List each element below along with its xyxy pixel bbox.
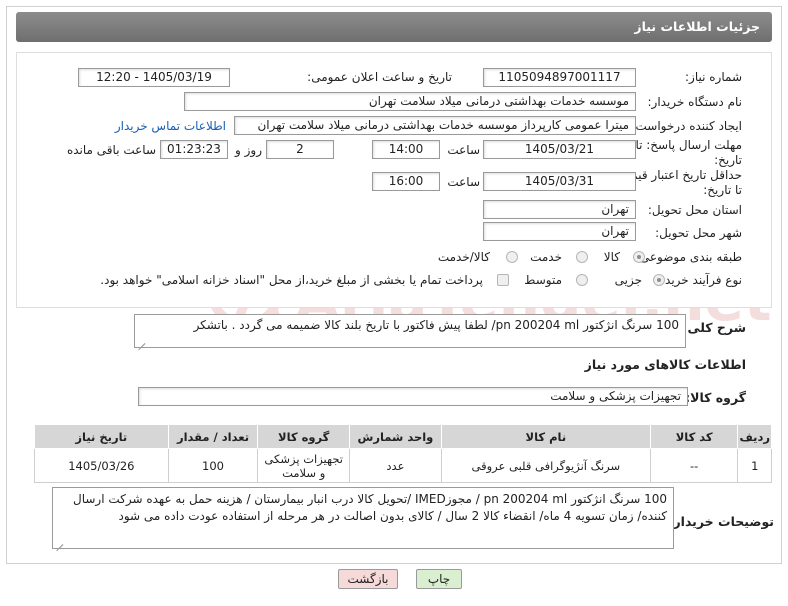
page-title: جزئیات اطلاعات نیاز bbox=[634, 19, 760, 34]
price-time-field: 16:00 bbox=[372, 172, 440, 191]
table-row: 1 -- سرنگ آنژیوگرافی قلبی عروقی عدد تجهی… bbox=[34, 448, 772, 483]
col-need-date: تاریخ نیاز bbox=[34, 424, 169, 449]
cell-unit: عدد bbox=[349, 448, 442, 483]
col-group: گروه کالا bbox=[257, 424, 351, 449]
process-label: نوع فرآیند خرید : bbox=[657, 273, 742, 287]
city-label: شهر محل تحویل: bbox=[655, 226, 742, 240]
category-radio-both[interactable] bbox=[506, 251, 518, 263]
need-desc-field: 100 سرنگ انژکتور pn 200204 ml/ لطفا پیش … bbox=[134, 314, 686, 348]
category-label: طبقه بندی موضوعی: bbox=[635, 250, 742, 264]
price-validity-label-2: تا تاریخ: bbox=[703, 183, 742, 197]
col-row: ردیف bbox=[737, 424, 772, 449]
announce-field: 1405/03/19 - 12:20 bbox=[78, 68, 230, 87]
remaining-label: ساعت باقی مانده bbox=[66, 143, 156, 157]
print-button[interactable]: چاپ bbox=[416, 569, 462, 589]
goods-section-title: اطلاعات کالاهای مورد نیاز bbox=[584, 357, 746, 372]
buyer-org-label: نام دستگاه خریدار: bbox=[647, 95, 743, 109]
cell-name: سرنگ آنژیوگرافی قلبی عروقی bbox=[440, 448, 651, 483]
creator-label: ایجاد کننده درخواست: bbox=[631, 119, 742, 133]
col-unit: واحد شمارش bbox=[349, 424, 442, 449]
category-radio-service[interactable] bbox=[576, 251, 588, 263]
goods-group-label: گروه کالا: bbox=[685, 390, 746, 405]
contact-buyer-link[interactable]: اطلاعات تماس خریدار bbox=[115, 119, 226, 133]
resize-grip-icon[interactable] bbox=[137, 337, 145, 345]
cell-need-date: 1405/03/26 bbox=[34, 448, 169, 483]
col-quantity: تعداد / مقدار bbox=[167, 424, 259, 449]
category-option-both: کالا/خدمت bbox=[437, 250, 490, 264]
buyer-notes-field: 100 سرنگ انژکتور pn 200204 ml / مجوزIMED… bbox=[52, 487, 674, 549]
col-name: نام کالا bbox=[440, 424, 651, 449]
remaining-time-field: 01:23:23 bbox=[160, 140, 228, 159]
process-radio-medium[interactable] bbox=[576, 274, 588, 286]
province-field: تهران bbox=[483, 200, 636, 219]
need-number-label: شماره نیاز: bbox=[685, 70, 742, 84]
goods-table: ردیف کد کالا نام کالا واحد شمارش گروه کا… bbox=[34, 424, 772, 483]
creator-field: میترا عمومی کارپرداز موسسه خدمات بهداشتی… bbox=[234, 116, 636, 135]
days-label: روز و bbox=[235, 143, 262, 157]
price-time-label: ساعت bbox=[447, 175, 480, 189]
buyer-notes-label: توضیحات خریدار: bbox=[668, 514, 774, 529]
page-header: جزئیات اطلاعات نیاز bbox=[16, 12, 772, 42]
price-date-field: 1405/03/31 bbox=[483, 172, 636, 191]
deadline-time-field: 14:00 bbox=[372, 140, 440, 159]
deadline-date-field: 1405/03/21 bbox=[483, 140, 636, 159]
deadline-label-2: تاریخ: bbox=[714, 153, 742, 167]
buyer-org-field: موسسه خدمات بهداشتی درمانی میلاد سلامت ت… bbox=[184, 92, 636, 111]
cell-row: 1 bbox=[737, 448, 772, 483]
goods-group-field: تجهیزات پزشکی و سلامت bbox=[138, 387, 688, 406]
city-field: تهران bbox=[483, 222, 636, 241]
process-option-medium: متوسط bbox=[524, 273, 562, 287]
treasury-note: پرداخت تمام یا بخشی از مبلغ خرید،از محل … bbox=[100, 273, 483, 287]
category-radio-goods[interactable] bbox=[633, 251, 645, 263]
buyer-notes-text: 100 سرنگ انژکتور pn 200204 ml / مجوزIMED… bbox=[72, 492, 667, 523]
deadline-label-1: مهلت ارسال پاسخ: تا bbox=[635, 138, 742, 152]
province-label: استان محل تحویل: bbox=[647, 203, 742, 217]
back-button[interactable]: بازگشت bbox=[338, 569, 398, 589]
deadline-time-label: ساعت bbox=[447, 143, 480, 157]
resize-grip-icon[interactable] bbox=[55, 538, 63, 546]
cell-quantity: 100 bbox=[167, 448, 259, 483]
process-radio-minor[interactable] bbox=[653, 274, 665, 286]
announce-label: تاریخ و ساعت اعلان عمومی: bbox=[307, 70, 452, 84]
cell-group: تجهیزات پزشکی و سلامت bbox=[257, 448, 351, 483]
process-option-minor: جزیی bbox=[614, 273, 642, 287]
category-option-goods: کالا bbox=[603, 250, 620, 264]
table-header-row: ردیف کد کالا نام کالا واحد شمارش گروه کا… bbox=[34, 424, 772, 449]
category-option-service: خدمت bbox=[530, 250, 562, 264]
col-code: کد کالا bbox=[649, 424, 739, 449]
treasury-checkbox[interactable] bbox=[497, 274, 509, 286]
cell-code: -- bbox=[649, 448, 739, 483]
need-number-field: 1105094897001117 bbox=[483, 68, 636, 87]
days-count-field: 2 bbox=[266, 140, 334, 159]
need-desc-text: 100 سرنگ انژکتور pn 200204 ml/ لطفا پیش … bbox=[193, 318, 679, 332]
